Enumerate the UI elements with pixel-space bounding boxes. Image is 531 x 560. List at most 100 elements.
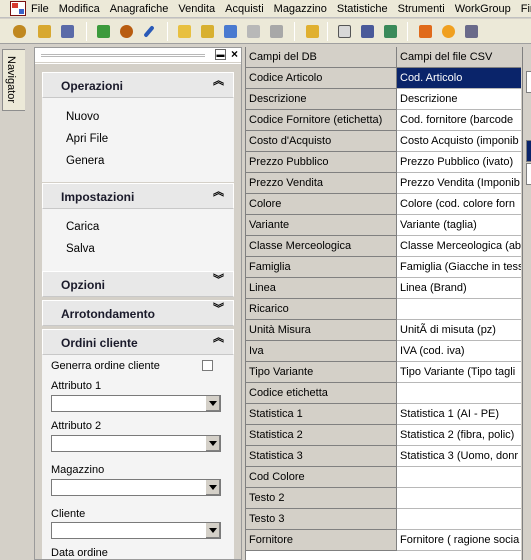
chevron-up-icon[interactable]: ︽ [213, 187, 224, 198]
chevron-down-icon[interactable]: ︾ [213, 304, 224, 315]
link-nuovo[interactable]: Nuovo [66, 111, 99, 123]
csv-field-cell[interactable]: Fornitore ( ragione socia [397, 530, 521, 551]
tools-icon[interactable] [462, 22, 480, 40]
csv-field-cell[interactable]: Statistica 1 (AI - PE) [397, 404, 521, 425]
folder-save-icon[interactable] [198, 22, 216, 40]
csv-field-cell[interactable] [397, 488, 521, 509]
csv-field-cell[interactable]: Descrizione [397, 89, 521, 110]
calculator-icon[interactable] [358, 22, 376, 40]
csv-field-cell[interactable] [397, 383, 521, 404]
pin-icon[interactable]: ▬ [215, 49, 226, 60]
section-header[interactable]: Impostazioni ︽ [42, 183, 234, 209]
menu-fines[interactable]: Fines [521, 2, 531, 16]
csv-field-cell[interactable]: Variante (taglia) [397, 215, 521, 236]
link-genera[interactable]: Genera [66, 155, 104, 167]
csv-field-cell[interactable]: Famiglia (Giacche in tess [397, 257, 521, 278]
table-row[interactable]: Prezzo Pubblico Prezzo Pubblico (ivato) [246, 152, 521, 173]
table-row[interactable]: Famiglia Famiglia (Giacche in tess [246, 257, 521, 278]
attributo1-combo[interactable] [51, 395, 221, 412]
attributo2-combo[interactable] [51, 435, 221, 452]
print-icon[interactable] [244, 22, 262, 40]
cliente-combo[interactable] [51, 522, 221, 539]
csv-field-cell[interactable]: Prezzo Vendita (Imponib [397, 173, 521, 194]
table-row[interactable]: Iva IVA (cod. iva) [246, 341, 521, 362]
menu-anagrafiche[interactable]: Anagrafiche [110, 2, 169, 16]
close-icon[interactable]: × [229, 48, 240, 61]
csv-field-cell[interactable]: Tipo Variante (Tipo tagli [397, 362, 521, 383]
folder-open-icon[interactable] [175, 22, 193, 40]
table-row[interactable]: Statistica 2 Statistica 2 (fibra, polic) [246, 425, 521, 446]
table-row[interactable]: Variante Variante (taglia) [246, 215, 521, 236]
csv-field-cell[interactable]: Linea (Brand) [397, 278, 521, 299]
csv-field-cell[interactable]: Prezzo Pubblico (ivato) [397, 152, 521, 173]
section-header[interactable]: Operazioni ︽ [42, 72, 234, 98]
table-row[interactable]: Ricarico [246, 299, 521, 320]
csv-field-cell[interactable]: Campi del file CSV [397, 47, 521, 68]
strip-cell[interactable] [526, 163, 531, 185]
table-row[interactable]: Statistica 1 Statistica 1 (AI - PE) [246, 404, 521, 425]
refresh-icon[interactable] [381, 22, 399, 40]
magazzino-combo[interactable] [51, 479, 221, 496]
table-row[interactable]: Tipo Variante Tipo Variante (Tipo tagli [246, 362, 521, 383]
dropdown-arrow-icon[interactable] [205, 480, 220, 495]
users-icon[interactable] [10, 22, 28, 40]
table-row[interactable]: Testo 2 [246, 488, 521, 509]
app-icon[interactable] [10, 1, 26, 16]
link-carica[interactable]: Carica [66, 221, 99, 233]
wand-icon[interactable] [140, 22, 158, 40]
link-salva[interactable]: Salva [66, 243, 95, 255]
home-icon[interactable] [94, 22, 112, 40]
menu-vendita[interactable]: Vendita [178, 2, 215, 16]
csv-field-cell[interactable]: IVA (cod. iva) [397, 341, 521, 362]
menu-acquisti[interactable]: Acquisti [225, 2, 264, 16]
csv-field-cell[interactable] [397, 299, 521, 320]
gear-icon[interactable] [117, 22, 135, 40]
stop-icon[interactable] [416, 22, 434, 40]
table-row[interactable]: Statistica 3 Statistica 3 (Uomo, donr [246, 446, 521, 467]
help-icon[interactable] [439, 22, 457, 40]
dropdown-arrow-icon[interactable] [205, 436, 220, 451]
table-row[interactable]: Unità Misura UnitÃ di misuta (pz) [246, 320, 521, 341]
menu-strumenti[interactable]: Strumenti [398, 2, 445, 16]
csv-field-cell[interactable]: Costo Acquisto (imponib [397, 131, 521, 152]
menu-modifica[interactable]: Modifica [59, 2, 100, 16]
csv-field-cell[interactable]: Cod. fornitore (barcode [397, 110, 521, 131]
table-row[interactable]: Codice etichetta [246, 383, 521, 404]
csv-field-cell[interactable]: Statistica 2 (fibra, polic) [397, 425, 521, 446]
table-row[interactable]: Descrizione Descrizione [246, 89, 521, 110]
navigator-tab[interactable]: Navigator [2, 49, 25, 111]
chevron-down-icon[interactable]: ︾ [213, 275, 224, 286]
chevron-up-icon[interactable]: ︽ [213, 333, 224, 344]
disk-icon[interactable] [58, 22, 76, 40]
table-row[interactable]: Codice Fornitore (etichetta) Cod. fornito… [246, 110, 521, 131]
table-row[interactable]: Costo d'Acquisto Costo Acquisto (imponib [246, 131, 521, 152]
calendar-icon[interactable] [335, 22, 353, 40]
table-row[interactable]: Cod Colore [246, 467, 521, 488]
table-row[interactable]: Testo 3 [246, 509, 521, 530]
window-icon[interactable] [303, 22, 321, 40]
table-row[interactable]: Classe Merceologica Classe Merceologica (… [246, 236, 521, 257]
csv-field-cell[interactable]: Colore (cod. colore forn [397, 194, 521, 215]
table-row[interactable]: Prezzo Vendita Prezzo Vendita (Imponib [246, 173, 521, 194]
strip-cell-selected[interactable] [526, 140, 531, 162]
section-header[interactable]: Arrotondamento ︾ [42, 300, 234, 326]
table-row[interactable]: Linea Linea (Brand) [246, 278, 521, 299]
csv-field-cell[interactable] [397, 509, 521, 530]
menu-statistiche[interactable]: Statistiche [337, 2, 388, 16]
dropdown-arrow-icon[interactable] [205, 523, 220, 538]
link-apri-file[interactable]: Apri File [66, 133, 108, 145]
table-row[interactable]: Codice Articolo Cod. Articolo [246, 68, 521, 89]
dropdown-arrow-icon[interactable] [205, 396, 220, 411]
csv-field-cell[interactable]: UnitÃ di misuta (pz) [397, 320, 521, 341]
csv-field-cell[interactable]: Statistica 3 (Uomo, donr [397, 446, 521, 467]
menu-file[interactable]: File [31, 2, 49, 16]
menu-magazzino[interactable]: Magazzino [274, 2, 327, 16]
database-icon[interactable] [35, 22, 53, 40]
genera-ordine-checkbox[interactable] [202, 360, 213, 371]
section-header[interactable]: Ordini cliente ︽ [42, 329, 234, 355]
menu-workgroup[interactable]: WorkGroup [455, 2, 511, 16]
csv-field-cell[interactable]: Cod. Articolo [397, 68, 521, 89]
link-icon[interactable] [267, 22, 285, 40]
section-header[interactable]: Opzioni ︾ [42, 271, 234, 297]
csv-field-cell[interactable] [397, 467, 521, 488]
